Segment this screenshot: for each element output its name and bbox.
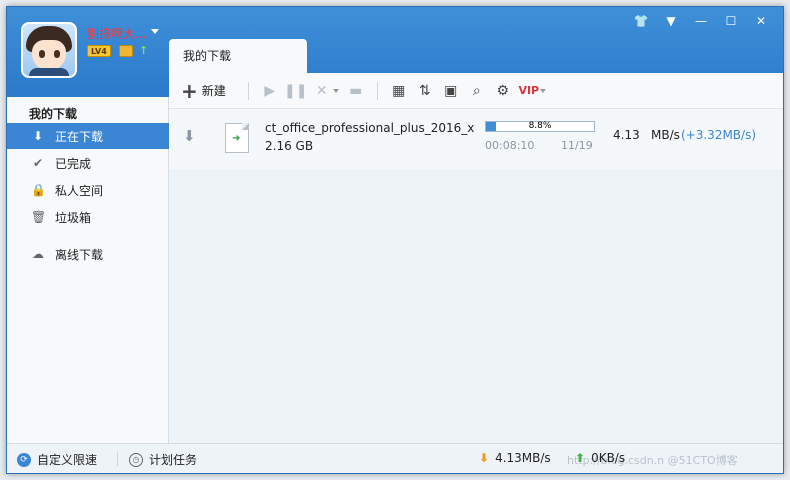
sidebar-item-downloading[interactable]: ⬇ 正在下载 [7,123,169,149]
sidebar-item-offline[interactable]: ☁ 离线下载 [7,241,169,267]
vip-badge-icon[interactable] [119,45,133,57]
search-icon[interactable]: ⌕ [464,79,490,103]
chevron-down-icon[interactable] [151,29,159,34]
speed-limit-icon: ⟳ [17,452,31,467]
schedule-label: 计划任务 [149,453,198,467]
download-speed: 4.13 [613,128,640,142]
status-divider [117,452,118,466]
speed-unit: MB/s [651,128,680,142]
progress-bar: 8.8% [485,121,595,132]
vip-dropdown-caret[interactable] [539,88,546,93]
skin-icon[interactable]: 👕 [629,12,653,30]
plus-icon: + [181,78,198,103]
piece-count: 11/19 [561,139,593,152]
status-bar: ⟳ 自定义限速 ◷ 计划任务 ⬇ 4.13MB/s http://blog.cs… [7,443,783,473]
sidebar-item-trash[interactable]: 🗑 垃圾箱 [7,204,169,230]
file-size: 2.16 GB [265,139,314,153]
delete-dropdown-caret[interactable] [332,88,339,93]
toolbar-divider [247,81,249,100]
delete-icon[interactable]: ✕ [309,79,335,103]
toolbar: + 新建 ▶ ❚❚ ✕ ▬ ▦ ⇅ ▣ ⌕ ⚙ VIP [169,73,783,109]
cloud-icon: ☁ [32,247,44,261]
sidebar-item-label: 私人空间 [55,183,104,198]
avatar[interactable] [21,22,77,78]
pause-icon[interactable]: ❚❚ [283,79,309,103]
settings-icon[interactable]: ⚙ [490,79,516,103]
custom-limit-label: 自定义限速 [37,453,98,467]
download-icon: ⬇ [32,129,44,143]
arrow-down-icon: ⬇ [479,451,490,465]
down-speed-value: 4.13MB/s [495,451,551,465]
sidebar-item-label: 已完成 [55,156,92,171]
total-upload-speed: ⬆ 0KB/s [575,451,625,465]
file-name: ct_office_professional_plus_2016_x86... [265,121,475,135]
elapsed-time: 00:08:10 [485,139,535,152]
window-controls: 👕 ▼ — ☐ ✕ [629,12,773,30]
schedule-button[interactable]: ◷ 计划任务 [129,451,197,468]
sidebar-title: 我的下载 [29,107,78,121]
check-icon: ✔ [32,156,44,170]
trash-icon: 🗑 [31,210,47,224]
file-icon: ➜ [225,123,249,153]
list-item[interactable]: ⬇ ➜ ct_office_professional_plus_2016_x86… [169,109,783,169]
menu-icon[interactable]: ▼ [659,12,683,30]
vip-icon[interactable]: VIP [516,79,542,103]
sidebar-item-label: 垃圾箱 [55,210,92,225]
app-window: 别挤啊大... LV4 ↑ 👕 ▼ — ☐ ✕ 我的下载 我的下载 ⬇ 正在下载… [6,6,784,474]
sort-icon[interactable]: ⇅ [412,79,438,103]
arrow-up-icon: ⬆ [575,451,586,465]
sidebar-item-private[interactable]: 🔒 私人空间 [7,177,169,203]
level-badge: LV4 [87,45,111,57]
grid-view-icon[interactable]: ▦ [386,79,412,103]
new-button-label: 新建 [201,84,226,98]
sidebar-item-label: 离线下载 [55,247,104,262]
sidebar-item-label: 正在下载 [55,129,104,144]
tab-label: 我的下载 [183,49,232,63]
minimize-icon[interactable]: — [689,12,713,30]
clock-icon: ◷ [129,452,143,467]
single-view-icon[interactable]: ▣ [438,79,464,103]
new-button[interactable]: + 新建 [181,81,226,101]
sidebar-item-completed[interactable]: ✔ 已完成 [7,150,169,176]
close-icon[interactable]: ✕ [749,12,773,30]
custom-limit-button[interactable]: ⟳ 自定义限速 [17,451,97,468]
sidebar: 我的下载 ⬇ 正在下载 ✔ 已完成 🔒 私人空间 🗑 垃圾箱 ☁ 离线下载 [7,97,169,443]
progress-percent: 8.8% [528,121,552,131]
total-download-speed: ⬇ 4.13MB/s [479,451,551,465]
download-arrow-icon: ⬇ [183,127,196,145]
download-list: ⬇ ➜ ct_office_professional_plus_2016_x86… [169,109,783,443]
username[interactable]: 别挤啊大... [87,25,146,42]
lock-icon: 🔒 [31,183,46,197]
play-icon[interactable]: ▶ [257,79,283,103]
maximize-icon[interactable]: ☐ [719,12,743,30]
arrow-up-icon: ↑ [139,44,149,57]
up-speed-value: 0KB/s [591,451,626,465]
folder-icon[interactable]: ▬ [343,79,369,103]
toolbar-divider [376,81,378,100]
speed-acceleration: (+3.32MB/s) [681,128,757,142]
